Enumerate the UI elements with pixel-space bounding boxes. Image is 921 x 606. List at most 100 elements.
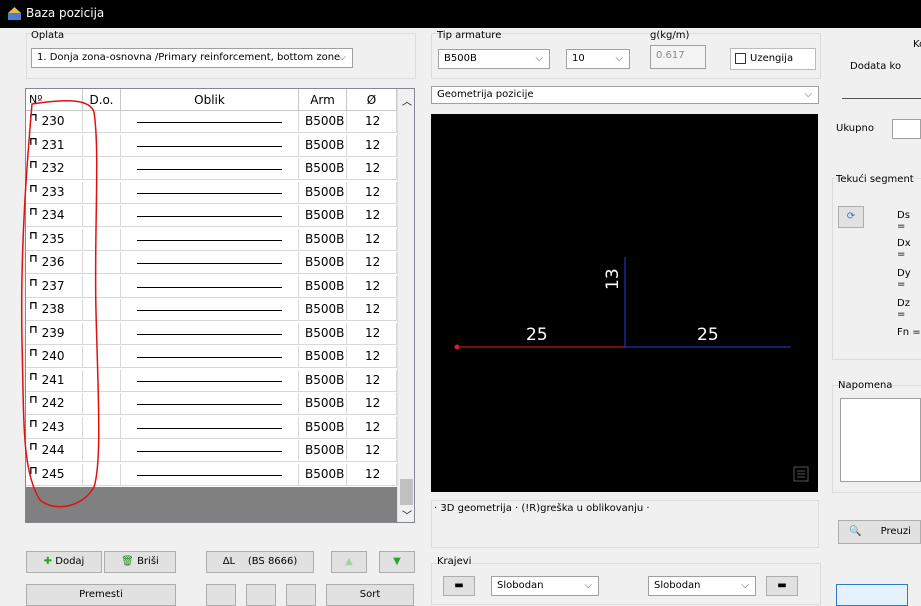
scroll-thumb[interactable] bbox=[400, 479, 413, 505]
shape-line-icon bbox=[137, 263, 282, 264]
cell-arm: B500B bbox=[299, 111, 347, 132]
shape-line-icon bbox=[137, 380, 282, 382]
uzengija-box[interactable]: Uzengija bbox=[730, 48, 816, 70]
shape-line-icon bbox=[137, 427, 282, 429]
premesti-button[interactable]: Premesti bbox=[26, 584, 176, 606]
cell-oblik bbox=[121, 322, 299, 344]
cell-oblik bbox=[121, 228, 299, 250]
ds-label: Ds = bbox=[897, 210, 910, 232]
move-up-button[interactable]: ▲ bbox=[331, 551, 367, 573]
uzengija-checkbox[interactable] bbox=[735, 53, 746, 64]
cell-arm: B500B bbox=[299, 393, 347, 414]
table-scrollbar[interactable]: ︿ ﹀ bbox=[397, 89, 414, 522]
cell-arm: B500B bbox=[299, 275, 347, 297]
ukupno-field[interactable] bbox=[892, 119, 921, 139]
shape-line-icon bbox=[137, 216, 282, 217]
cell-dia: 12 bbox=[347, 393, 397, 414]
napomena-label: Napomena bbox=[838, 380, 893, 391]
magnifier-icon: 🔍 bbox=[849, 526, 862, 537]
krajevi-left-select[interactable]: Slobodan ⌵ bbox=[491, 576, 599, 596]
ukupno-label: Ukupno bbox=[836, 123, 874, 134]
shape-line-icon bbox=[137, 310, 282, 311]
krajevi-right-minus-button[interactable]: ▬ bbox=[766, 576, 798, 596]
fn-label: Fn = bbox=[897, 327, 921, 338]
divider-line bbox=[842, 98, 921, 99]
cell-dia: 12 bbox=[347, 463, 397, 485]
chevron-down-icon: ⌵ bbox=[741, 580, 749, 591]
cell-arm: B500B bbox=[299, 134, 347, 156]
shape-line-icon bbox=[137, 357, 282, 358]
cell-oblik bbox=[121, 275, 299, 297]
cell-dia: 12 bbox=[347, 369, 397, 391]
ok-button[interactable] bbox=[836, 584, 908, 606]
krajevi-left-minus-button[interactable]: ▬ bbox=[443, 576, 475, 596]
shape-line-icon bbox=[137, 239, 282, 241]
shape-line-icon bbox=[137, 145, 282, 147]
cell-dia: 12 bbox=[347, 181, 397, 203]
cell-oblik bbox=[121, 181, 299, 203]
geometry-status-text: · 3D geometrija · (!R)greška u oblikovan… bbox=[434, 503, 650, 514]
napomena-textarea[interactable] bbox=[840, 398, 921, 482]
geometry-select[interactable]: Geometrija pozicije ⌵ bbox=[431, 86, 819, 104]
refresh-icon: ⟳ bbox=[846, 211, 856, 222]
cell-dia: 12 bbox=[347, 252, 397, 273]
cell-dia: 12 bbox=[347, 322, 397, 344]
red-annotation-outline bbox=[20, 99, 100, 508]
tekuci-segment-label: Tekući segment bbox=[836, 174, 914, 185]
cell-arm: B500B bbox=[299, 463, 347, 485]
add-button[interactable]: ✚ Dodaj bbox=[26, 551, 102, 573]
sort-button[interactable]: Sort bbox=[326, 584, 414, 606]
cell-arm: B500B bbox=[299, 252, 347, 273]
cell-oblik bbox=[121, 252, 299, 273]
dz-label: Dz = bbox=[897, 298, 910, 320]
col-header-dia[interactable]: Ø bbox=[347, 89, 397, 111]
chevron-down-icon: ⌵ bbox=[535, 53, 543, 64]
tool-button-3[interactable] bbox=[286, 584, 316, 606]
delta-l-button[interactable]: ΔL (BS 8666) bbox=[206, 551, 314, 573]
shape-line-icon bbox=[137, 474, 282, 476]
arrow-up-icon: ▲ bbox=[345, 556, 353, 567]
tool-button-1[interactable] bbox=[206, 584, 236, 606]
cell-oblik bbox=[121, 299, 299, 320]
geometry-viewer[interactable]: 25 25 13 bbox=[431, 114, 818, 492]
cell-dia: 12 bbox=[347, 205, 397, 226]
g-value-field: 0.617 bbox=[650, 45, 706, 69]
ko-label: Ko bbox=[913, 39, 921, 50]
cell-oblik bbox=[121, 463, 299, 485]
cell-arm: B500B bbox=[299, 322, 347, 344]
shape-line-icon bbox=[137, 169, 282, 170]
cell-arm: B500B bbox=[299, 181, 347, 203]
krajevi-right-select[interactable]: Slobodan ⌵ bbox=[648, 576, 756, 596]
move-down-button[interactable]: ▼ bbox=[379, 551, 415, 573]
geometry-status-box: · 3D geometrija · (!R)greška u oblikovan… bbox=[431, 500, 819, 548]
dim-label-right: 25 bbox=[697, 325, 719, 345]
col-header-oblik[interactable]: Oblik bbox=[121, 89, 299, 111]
title-bar: Baza pozicija bbox=[0, 0, 921, 28]
dodata-label: Dodata ko bbox=[850, 61, 902, 72]
delete-button[interactable]: 🗑 Briši bbox=[104, 551, 176, 573]
app-icon bbox=[8, 7, 21, 20]
scroll-up-icon[interactable]: ︿ bbox=[402, 93, 412, 108]
cell-oblik bbox=[121, 369, 299, 391]
cell-oblik bbox=[121, 393, 299, 414]
krajevi-label: Krajevi bbox=[437, 556, 472, 567]
tool-button-2[interactable] bbox=[246, 584, 276, 606]
dy-label: Dy = bbox=[897, 268, 911, 290]
window-title: Baza pozicija bbox=[26, 6, 105, 20]
preuzmi-button[interactable]: 🔍 Preuzi bbox=[838, 520, 921, 544]
oplata-select[interactable]: 1. Donja zona-osnovna /Primary reinforce… bbox=[31, 48, 353, 68]
cell-arm: B500B bbox=[299, 416, 347, 438]
oplata-value: 1. Donja zona-osnovna /Primary reinforce… bbox=[37, 52, 341, 63]
shape-line-icon bbox=[137, 122, 282, 123]
cell-dia: 12 bbox=[347, 440, 397, 461]
cell-arm: B500B bbox=[299, 440, 347, 461]
diameter-select[interactable]: 10 ⌵ bbox=[566, 49, 630, 69]
scroll-down-icon[interactable]: ﹀ bbox=[402, 507, 412, 522]
chevron-down-icon: ⌵ bbox=[338, 52, 346, 63]
cell-dia: 12 bbox=[347, 111, 397, 132]
tip-armature-select[interactable]: B500B ⌵ bbox=[438, 49, 550, 69]
chevron-down-icon: ⌵ bbox=[615, 53, 623, 64]
refresh-button[interactable]: ⟳ bbox=[838, 206, 864, 228]
cell-dia: 12 bbox=[347, 299, 397, 320]
col-header-arm[interactable]: Arm bbox=[299, 89, 347, 111]
